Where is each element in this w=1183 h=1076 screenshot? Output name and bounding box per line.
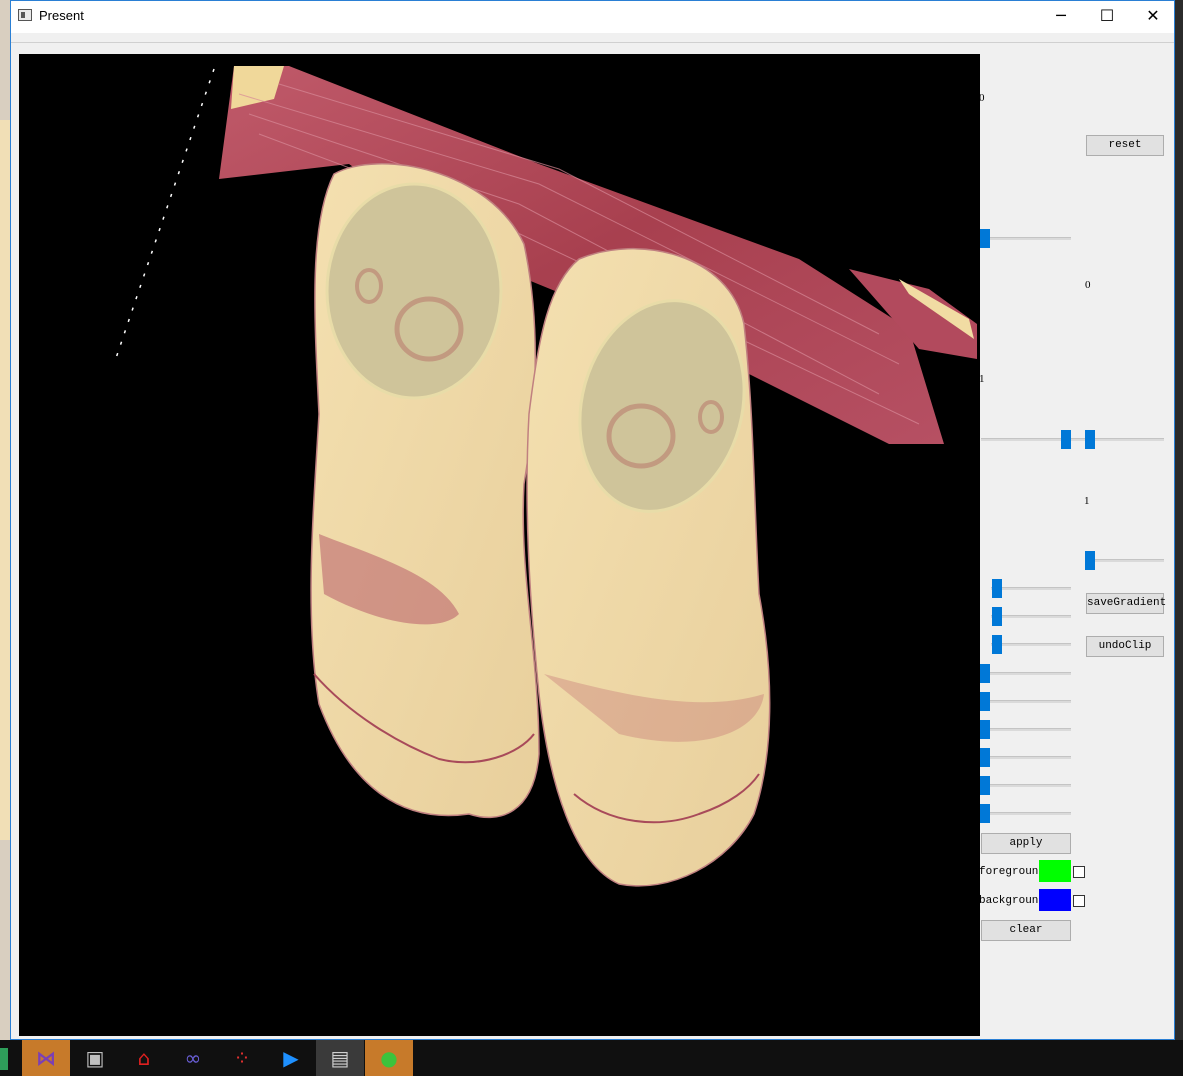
range-slider-handle-high[interactable]	[1085, 430, 1095, 449]
desktop-right-edge	[1175, 0, 1183, 1040]
range-slider-track	[981, 438, 1164, 441]
slider-handle-3[interactable]	[992, 579, 1002, 598]
desktop-left-edge	[0, 0, 10, 1040]
infinity-app-icon[interactable]: ∞	[169, 1040, 217, 1076]
reset-button[interactable]: reset	[1086, 135, 1164, 156]
visual-studio-icon[interactable]: ⋈	[22, 1040, 70, 1076]
apply-button[interactable]: apply	[981, 833, 1071, 854]
slider-handle-4[interactable]	[992, 607, 1002, 626]
render-viewport[interactable]	[19, 54, 980, 1036]
taskbar: ⋈ ▣ ⌂ ∞ ⁘ ▶ ▤ ●	[0, 1040, 1183, 1076]
volume-rendering-image	[113, 66, 977, 887]
slider-handle-11[interactable]	[980, 804, 990, 823]
present-app-icon[interactable]: ▤	[316, 1040, 364, 1076]
slider-handle-6[interactable]	[980, 664, 990, 683]
slider-track-4	[991, 615, 1071, 618]
left-bone-section	[325, 182, 503, 400]
value-label-1: 0	[979, 92, 985, 104]
slider-handle-5[interactable]	[992, 635, 1002, 654]
background-window-strip	[0, 120, 10, 840]
window-title: Present	[39, 8, 84, 23]
value-label-2: 0	[1085, 279, 1091, 291]
media-player-icon[interactable]: ▶	[267, 1040, 315, 1076]
pdf-reader-icon[interactable]: ⌂	[120, 1040, 168, 1076]
excel-icon[interactable]	[0, 1048, 8, 1070]
menu-bar	[11, 33, 1174, 43]
slider-track-8	[985, 728, 1071, 731]
range-slider-handle-low[interactable]	[1061, 430, 1071, 449]
slider-handle-7[interactable]	[980, 692, 990, 711]
background-label: background	[979, 895, 1046, 907]
slider-track-3	[991, 587, 1071, 590]
image-viewer-icon[interactable]: ▣	[71, 1040, 119, 1076]
foreground-color-swatch[interactable]	[1039, 860, 1071, 882]
slider-track-10	[985, 784, 1071, 787]
slider-track-6	[985, 672, 1071, 675]
present-window: Present ─ ☐ ✕ 0 reset 0 1 1 saveGradient…	[10, 0, 1175, 1040]
slider-track-1	[985, 237, 1071, 240]
dotted-edge	[113, 68, 215, 365]
slider-handle-8[interactable]	[980, 720, 990, 739]
clear-button[interactable]: clear	[981, 920, 1071, 941]
undo-clip-button[interactable]: undoClip	[1086, 636, 1164, 657]
slider-track-2	[1085, 559, 1164, 562]
close-button[interactable]: ✕	[1130, 1, 1176, 33]
value-label-4: 1	[1084, 495, 1090, 507]
save-gradient-button[interactable]: saveGradient	[1086, 593, 1166, 614]
title-bar[interactable]: Present ─ ☐ ✕	[11, 1, 1174, 33]
slider-handle-9[interactable]	[980, 748, 990, 767]
foreground-label: foreground	[979, 866, 1046, 878]
slider-track-9	[985, 756, 1071, 759]
foreground-checkbox[interactable]	[1073, 866, 1085, 878]
slider-handle-1[interactable]	[980, 229, 990, 248]
slider-track-5	[991, 643, 1071, 646]
maximize-button[interactable]: ☐	[1084, 1, 1130, 33]
background-color-swatch[interactable]	[1039, 889, 1071, 911]
dots-app-icon[interactable]: ⁘	[218, 1040, 266, 1076]
slider-handle-10[interactable]	[980, 776, 990, 795]
background-checkbox[interactable]	[1073, 895, 1085, 907]
slider-track-11	[985, 812, 1071, 815]
wechat-icon[interactable]: ●	[365, 1040, 413, 1076]
slider-track-7	[985, 700, 1071, 703]
app-icon	[18, 9, 32, 21]
value-label-3: 1	[979, 373, 985, 385]
slider-handle-2[interactable]	[1085, 551, 1095, 570]
minimize-button[interactable]: ─	[1038, 1, 1084, 33]
